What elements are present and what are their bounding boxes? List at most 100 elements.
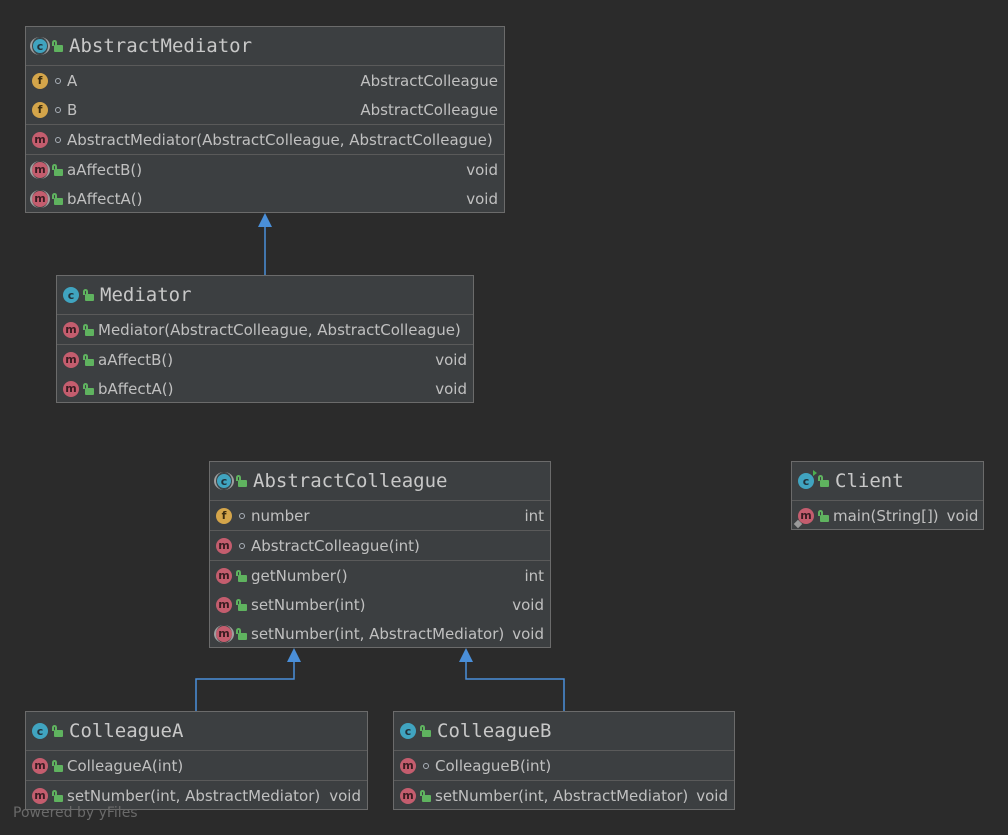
methods-section: m setNumber(int, AbstractMediator) void — [394, 781, 734, 810]
method-icon: m — [32, 131, 48, 148]
node-title: AbstractMediator — [69, 35, 253, 57]
package-private-icon — [237, 510, 247, 522]
field-icon: f — [32, 101, 48, 118]
node-title: ColleagueA — [69, 720, 184, 742]
method-row[interactable]: m bAffectA() void — [26, 184, 504, 213]
method-name: setNumber(int, AbstractMediator) — [67, 786, 321, 805]
arrowhead-abstract-colleague-right — [459, 648, 473, 662]
public-lock-icon — [52, 789, 63, 802]
node-abstract-mediator[interactable]: c AbstractMediator f A AbstractColleague… — [25, 26, 505, 213]
package-private-icon — [421, 760, 431, 772]
constructors-section: m Mediator(AbstractColleague, AbstractCo… — [57, 315, 473, 345]
method-name: aAffectB() — [98, 350, 174, 369]
method-row[interactable]: m setNumber(int, AbstractMediator) void — [394, 781, 734, 810]
public-lock-icon — [83, 353, 94, 366]
node-title: Mediator — [100, 284, 192, 306]
public-lock-icon — [52, 759, 63, 772]
constructors-section: m AbstractColleague(int) — [210, 531, 550, 561]
runnable-class-icon: c — [798, 470, 817, 489]
method-row[interactable]: m aAffectB() void — [26, 155, 504, 184]
public-lock-icon — [83, 323, 94, 336]
public-lock-icon — [52, 192, 63, 205]
constructors-section: m ColleagueA(int) — [26, 751, 367, 781]
node-client[interactable]: c Client m main(String[]) void — [791, 461, 984, 530]
field-name: A — [67, 71, 78, 90]
powered-by-footer: Powered by yFiles — [13, 805, 138, 821]
methods-section: m getNumber() int m setNumber(int) void … — [210, 561, 550, 648]
method-type: void — [329, 786, 361, 805]
field-type: AbstractColleague — [360, 71, 498, 90]
edge-colleague-b-to-abstract-colleague — [465, 661, 565, 711]
method-icon: m — [63, 321, 79, 338]
method-name: setNumber(int, AbstractMediator) — [251, 624, 505, 643]
method-type: void — [512, 595, 544, 614]
node-abstract-colleague[interactable]: c AbstractColleague f number int m Abstr… — [209, 461, 551, 648]
field-row[interactable]: f B AbstractColleague — [26, 95, 504, 124]
public-lock-icon — [83, 382, 94, 395]
method-row[interactable]: m main(String[]) void — [792, 501, 983, 530]
node-header: c AbstractMediator — [26, 27, 504, 66]
node-colleague-a[interactable]: c ColleagueA m ColleagueA(int) m setNumb… — [25, 711, 368, 810]
constructor-row[interactable]: m AbstractMediator(AbstractColleague, Ab… — [26, 125, 504, 154]
fields-section: f A AbstractColleague f B AbstractCollea… — [26, 66, 504, 125]
method-type: void — [946, 506, 979, 525]
methods-section: m main(String[]) void — [792, 501, 983, 530]
method-icon: m — [63, 380, 79, 397]
public-lock-icon — [52, 40, 63, 52]
field-row[interactable]: f number int — [210, 501, 550, 530]
arrowhead-abstract-colleague-left — [287, 648, 301, 662]
method-name: setNumber(int, AbstractMediator) — [435, 786, 689, 805]
method-icon: m — [400, 787, 416, 804]
methods-section: m aAffectB() void m bAffectA() void — [26, 155, 504, 213]
method-row[interactable]: m setNumber(int, AbstractMediator) void — [210, 619, 550, 648]
abstract-class-icon: c — [30, 37, 50, 55]
method-icon: m — [216, 596, 232, 613]
field-name: number — [251, 506, 310, 525]
methods-section: m aAffectB() void m bAffectA() void — [57, 345, 473, 403]
constructor-name: AbstractColleague(int) — [251, 536, 420, 555]
field-type: int — [524, 506, 544, 525]
public-lock-icon — [236, 569, 247, 582]
node-header: c AbstractColleague — [210, 462, 550, 501]
node-colleague-b[interactable]: c ColleagueB m ColleagueB(int) m setNumb… — [393, 711, 735, 810]
method-icon: m — [32, 787, 48, 804]
method-name: bAffectA() — [67, 189, 143, 208]
constructor-row[interactable]: m ColleagueA(int) — [26, 751, 367, 780]
public-lock-icon — [236, 475, 247, 487]
node-mediator[interactable]: c Mediator m Mediator(AbstractColleague,… — [56, 275, 474, 403]
field-type: AbstractColleague — [360, 100, 498, 119]
static-method-icon: m — [798, 507, 814, 524]
method-type: void — [435, 379, 467, 398]
field-row[interactable]: f A AbstractColleague — [26, 66, 504, 95]
public-lock-icon — [420, 725, 431, 737]
constructor-name: ColleagueA(int) — [67, 756, 184, 775]
package-private-icon — [53, 104, 63, 116]
field-icon: f — [216, 507, 232, 524]
field-name: B — [67, 100, 78, 119]
method-row[interactable]: m getNumber() int — [210, 561, 550, 590]
public-lock-icon — [420, 789, 431, 802]
method-row[interactable]: m setNumber(int) void — [210, 590, 550, 619]
constructor-row[interactable]: m ColleagueB(int) — [394, 751, 734, 780]
method-type: void — [466, 160, 498, 179]
node-title: AbstractColleague — [253, 470, 448, 492]
method-type: void — [435, 350, 467, 369]
method-row[interactable]: m bAffectA() void — [57, 374, 473, 403]
method-row[interactable]: m aAffectB() void — [57, 345, 473, 374]
class-icon: c — [32, 723, 48, 739]
method-type: void — [696, 786, 728, 805]
public-lock-icon — [818, 509, 829, 522]
constructor-name: ColleagueB(int) — [435, 756, 552, 775]
node-title: Client — [835, 470, 904, 492]
public-lock-icon — [236, 627, 247, 640]
method-name: aAffectB() — [67, 160, 143, 179]
edge-colleague-a-to-abstract-colleague — [195, 661, 295, 711]
method-name: bAffectA() — [98, 379, 174, 398]
public-lock-icon — [52, 163, 63, 176]
node-header: c ColleagueA — [26, 712, 367, 751]
method-name: main(String[]) — [833, 506, 939, 525]
constructor-row[interactable]: m AbstractColleague(int) — [210, 531, 550, 560]
package-private-icon — [53, 75, 63, 87]
constructor-row[interactable]: m Mediator(AbstractColleague, AbstractCo… — [57, 315, 473, 344]
constructor-name: AbstractMediator(AbstractColleague, Abst… — [67, 130, 493, 149]
